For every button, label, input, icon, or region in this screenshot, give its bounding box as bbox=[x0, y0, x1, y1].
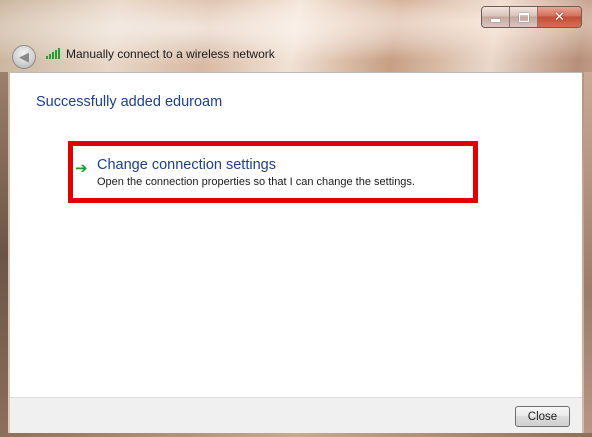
close-icon: ✕ bbox=[554, 9, 565, 25]
window-frame-left bbox=[0, 72, 8, 437]
back-button[interactable]: ◀ bbox=[12, 45, 36, 69]
footer-bar: Close bbox=[10, 397, 582, 434]
content-pane: Successfully added eduroam ➔ Change conn… bbox=[10, 72, 582, 398]
maximize-button[interactable] bbox=[510, 7, 538, 27]
page-heading: Successfully added eduroam bbox=[36, 94, 223, 110]
close-button[interactable]: Close bbox=[515, 406, 570, 427]
window-title: Manually connect to a wireless network bbox=[66, 47, 275, 61]
green-arrow-icon: ➔ bbox=[75, 159, 88, 177]
window-frame-bottom bbox=[0, 433, 592, 437]
close-window-button[interactable]: ✕ bbox=[538, 7, 581, 27]
task-link-description: Open the connection properties so that I… bbox=[97, 176, 415, 188]
wireless-signal-icon bbox=[46, 48, 60, 59]
minimize-button[interactable] bbox=[482, 7, 510, 27]
wizard-window: ✕ ◀ Manually connect to a wireless netwo… bbox=[0, 0, 592, 437]
back-arrow-icon: ◀ bbox=[19, 49, 29, 65]
minimize-icon bbox=[491, 19, 500, 22]
window-frame-right bbox=[584, 72, 592, 437]
maximize-icon bbox=[518, 12, 529, 22]
caption-buttons: ✕ bbox=[481, 6, 582, 28]
task-link-title[interactable]: Change connection settings bbox=[97, 157, 276, 173]
